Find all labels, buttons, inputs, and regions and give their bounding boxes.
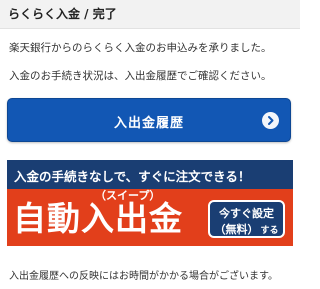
footer-note: 入出金履歴への反映にはお時間がかかる場合がございます。 xyxy=(9,271,278,282)
free-label: （無料） する xyxy=(210,221,283,237)
auto-sweep-banner[interactable]: 入金の手続きなしで、すぐに注文できる！ （スイープ） 自動入出金 今すぐ設定 （… xyxy=(7,160,293,246)
page-title: らくらく入金 / 完了 xyxy=(8,7,117,21)
banner-headline: 入金の手続きなしで、すぐに注文できる！ xyxy=(14,169,251,184)
free-text: （無料） xyxy=(214,223,259,236)
status-check-message: 入金のお手続き状況は、入出金履歴でご確認ください。 xyxy=(9,70,272,82)
transaction-history-button-label: 入出金履歴 xyxy=(113,116,184,131)
banner-title: 自動入出金 xyxy=(13,199,183,238)
setup-now-badge: 今すぐ設定 （無料） する xyxy=(208,200,285,238)
page-header: らくらく入金 / 完了 xyxy=(0,0,300,29)
setup-suffix: する xyxy=(260,226,279,236)
setup-now-label: 今すぐ設定 xyxy=(219,207,274,220)
confirmation-message: 楽天銀行からのらくらく入金のお申込みを承りました。 xyxy=(9,42,272,54)
chevron-right-icon xyxy=(262,112,279,129)
banner-headline-bar: 入金の手続きなしで、すぐに注文できる！ xyxy=(7,160,293,189)
transaction-history-button[interactable]: 入出金履歴 xyxy=(7,98,291,142)
